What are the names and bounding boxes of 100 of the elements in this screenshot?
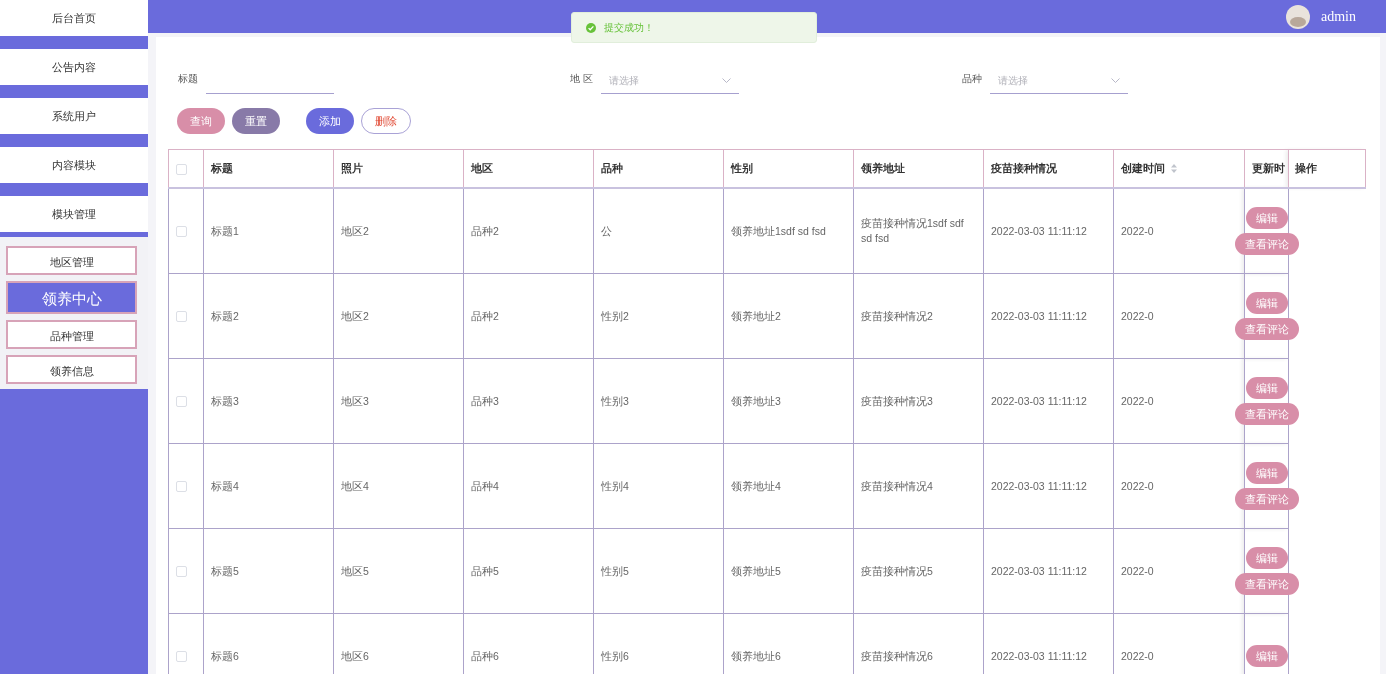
table-cell: 疫苗接种情况1sdf sdf sd fsd [861, 217, 964, 244]
table-cell: 地区5 [341, 564, 369, 577]
row-action-button[interactable]: 查看评论 [1234, 318, 1299, 340]
checkbox[interactable] [176, 396, 187, 408]
table-cell: 领养地址3 [731, 394, 781, 407]
table-cell: 2022-03-03 11:11:12 [991, 479, 1087, 492]
action-button[interactable]: 删除 [361, 108, 411, 134]
table-cell: 品种6 [471, 649, 499, 662]
table-cell: 领养地址6 [731, 649, 781, 662]
table-cell: 性别2 [601, 309, 629, 322]
row-action-button[interactable]: 编辑 [1245, 292, 1288, 314]
column-header: 更新时 [1252, 161, 1285, 176]
check-circle-icon [586, 22, 596, 33]
menu-item[interactable]: 内容模块 [0, 147, 148, 183]
row-action-button[interactable]: 查看评论 [1234, 403, 1299, 425]
row-action-button[interactable]: 编辑 [1245, 377, 1288, 399]
table-cell: 2022-0 [1121, 309, 1154, 322]
table-cell: 疫苗接种情况3 [861, 394, 933, 407]
table-cell: 疫苗接种情况4 [861, 479, 933, 492]
checkbox[interactable] [176, 651, 187, 663]
table-cell: 标题1 [211, 224, 239, 237]
table-cell: 性别4 [601, 479, 629, 492]
table-cell: 2022-0 [1121, 479, 1154, 492]
table-cell: 公 [601, 224, 612, 237]
table-cell: 品种4 [471, 479, 499, 492]
table-cell: 性别3 [601, 394, 629, 407]
table-cell: 疫苗接种情况2 [861, 309, 933, 322]
action-button[interactable]: 重置 [232, 108, 280, 134]
column-header: 创建时间 [1121, 161, 1165, 176]
checkbox[interactable] [176, 163, 187, 175]
column-header: 地区 [471, 161, 493, 176]
table-cell: 地区2 [341, 224, 369, 237]
chevron-down-icon [1111, 77, 1120, 84]
column-header: 操作 [1295, 161, 1317, 176]
column-header: 领养地址 [861, 161, 905, 176]
action-button[interactable]: 添加 [306, 108, 354, 134]
table-cell: 2022-0 [1121, 224, 1154, 237]
table-cell: 疫苗接种情况6 [861, 649, 933, 662]
submenu-item[interactable]: 品种管理 [6, 320, 137, 349]
checkbox[interactable] [176, 226, 187, 238]
table-cell: 疫苗接种情况5 [861, 564, 933, 577]
table-cell: 地区6 [341, 649, 369, 662]
checkbox[interactable] [176, 481, 187, 493]
table-cell: 2022-03-03 11:11:12 [991, 394, 1087, 407]
table-cell: 标题4 [211, 479, 239, 492]
row-action-button[interactable]: 编辑 [1245, 207, 1288, 229]
filter-label: 品种 [962, 72, 982, 86]
table-cell: 标题5 [211, 564, 239, 577]
user-name[interactable]: admin [1321, 8, 1356, 25]
toast-text: 提交成功！ [604, 20, 654, 35]
table-cell: 2022-0 [1121, 564, 1154, 577]
table-cell: 领养地址1sdf sd fsd [731, 224, 826, 237]
select-field[interactable]: 请选择 [990, 68, 1128, 94]
submenu-item[interactable]: 地区管理 [6, 246, 137, 275]
row-action-button[interactable]: 编辑 [1245, 462, 1288, 484]
table-cell: 2022-03-03 11:11:12 [991, 649, 1087, 662]
column-header: 疫苗接种情况 [991, 161, 1057, 176]
menu-item[interactable]: 模块管理 [0, 196, 148, 232]
table-cell: 品种2 [471, 224, 499, 237]
table-cell: 性别5 [601, 564, 629, 577]
column-header: 性别 [731, 161, 753, 176]
select-field[interactable]: 请选择 [601, 68, 740, 94]
table-cell: 领养地址2 [731, 309, 781, 322]
chevron-down-icon [722, 77, 732, 84]
column-header: 标题 [211, 161, 233, 176]
menu-item[interactable]: 后台首页 [0, 0, 148, 36]
row-action-button[interactable]: 查看评论 [1234, 573, 1299, 595]
table-cell: 2022-03-03 11:11:12 [991, 309, 1087, 322]
row-action-button[interactable]: 查看评论 [1234, 488, 1299, 510]
menu-item[interactable]: 公告内容 [0, 49, 148, 85]
row-action-button[interactable]: 查看评论 [1234, 233, 1299, 255]
action-button[interactable]: 查询 [177, 108, 225, 134]
sort-icon[interactable] [1171, 164, 1177, 173]
table-cell: 标题2 [211, 309, 239, 322]
table-cell: 标题6 [211, 649, 239, 662]
table-cell: 地区4 [341, 479, 369, 492]
filter-label: 地 区 [570, 72, 594, 86]
avatar-icon[interactable] [1286, 4, 1310, 29]
filter-label: 标题 [178, 72, 198, 86]
table-cell: 品种5 [471, 564, 499, 577]
column-header: 照片 [341, 161, 363, 176]
table-cell: 地区3 [341, 394, 369, 407]
row-action-button[interactable]: 编辑 [1245, 645, 1288, 667]
menu-item[interactable]: 系统用户 [0, 98, 148, 134]
table-cell: 2022-0 [1121, 649, 1154, 662]
submenu-item[interactable]: 领养信息 [6, 355, 137, 384]
row-action-button[interactable]: 编辑 [1245, 547, 1288, 569]
table-cell: 品种3 [471, 394, 499, 407]
column-header: 品种 [601, 161, 623, 176]
table-cell: 性别6 [601, 649, 629, 662]
table-cell: 2022-03-03 11:11:12 [991, 564, 1087, 577]
checkbox[interactable] [176, 566, 187, 578]
table-cell: 领养地址4 [731, 479, 781, 492]
table-cell: 标题3 [211, 394, 239, 407]
checkbox[interactable] [176, 311, 187, 323]
submenu-item[interactable]: 领养中心 [6, 281, 137, 314]
table-cell: 地区2 [341, 309, 369, 322]
table-cell: 领养地址5 [731, 564, 781, 577]
table-cell: 品种2 [471, 309, 499, 322]
table-cell: 2022-03-03 11:11:12 [991, 224, 1087, 237]
